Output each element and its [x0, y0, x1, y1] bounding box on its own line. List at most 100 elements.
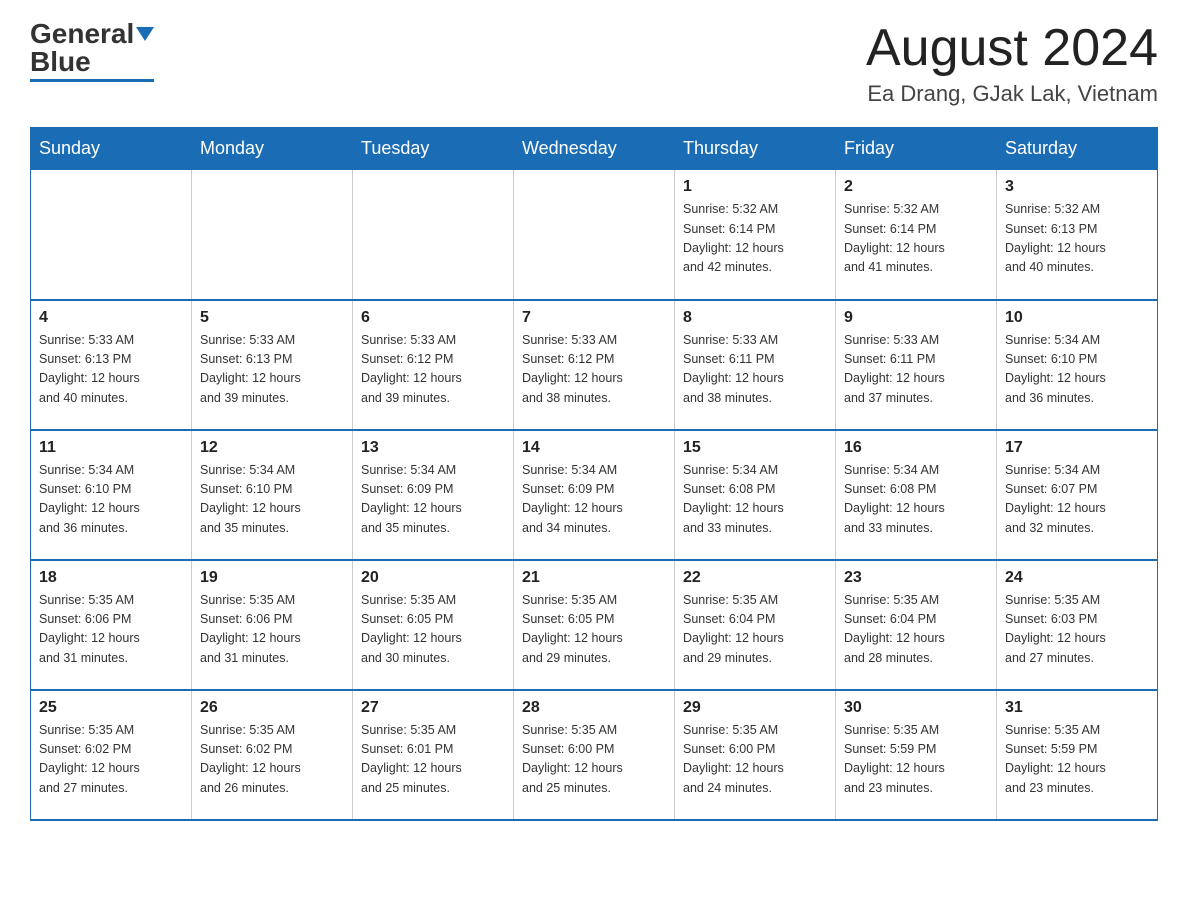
calendar-cell: 6 Sunrise: 5:33 AM Sunset: 6:12 PM Daylig… [353, 300, 514, 430]
day-info: Sunrise: 5:33 AM Sunset: 6:11 PM Dayligh… [844, 331, 988, 409]
day-info: Sunrise: 5:35 AM Sunset: 6:05 PM Dayligh… [361, 591, 505, 669]
day-number: 23 [844, 569, 988, 587]
day-number: 18 [39, 569, 183, 587]
calendar-cell: 17 Sunrise: 5:34 AM Sunset: 6:07 PM Dayli… [997, 430, 1158, 560]
calendar-cell: 3Sunrise: 5:32 AM Sunset: 6:13 PM Daylig… [997, 170, 1158, 300]
logo: General Blue [30, 20, 154, 82]
day-number: 1 [683, 178, 827, 196]
day-number: 3 [1005, 178, 1149, 196]
day-info: Sunrise: 5:33 AM Sunset: 6:13 PM Dayligh… [39, 331, 183, 409]
day-number: 7 [522, 309, 666, 327]
location: Ea Drang, GJak Lak, Vietnam [866, 81, 1158, 107]
day-info: Sunrise: 5:34 AM Sunset: 6:10 PM Dayligh… [1005, 331, 1149, 409]
day-number: 12 [200, 439, 344, 457]
calendar-cell: 26 Sunrise: 5:35 AM Sunset: 6:02 PM Dayli… [192, 690, 353, 820]
day-info: Sunrise: 5:35 AM Sunset: 6:02 PM Dayligh… [39, 721, 183, 799]
calendar-cell: 7Sunrise: 5:33 AM Sunset: 6:12 PM Daylig… [514, 300, 675, 430]
calendar-cell: 9 Sunrise: 5:33 AM Sunset: 6:11 PM Daylig… [836, 300, 997, 430]
calendar-cell: 11Sunrise: 5:34 AM Sunset: 6:10 PM Dayli… [31, 430, 192, 560]
calendar-cell: 27 Sunrise: 5:35 AM Sunset: 6:01 PM Dayli… [353, 690, 514, 820]
day-info: Sunrise: 5:33 AM Sunset: 6:11 PM Dayligh… [683, 331, 827, 409]
calendar-cell: 16Sunrise: 5:34 AM Sunset: 6:08 PM Dayli… [836, 430, 997, 560]
calendar-week-row: 4 Sunrise: 5:33 AM Sunset: 6:13 PM Daylig… [31, 300, 1158, 430]
day-info: Sunrise: 5:34 AM Sunset: 6:10 PM Dayligh… [200, 461, 344, 539]
calendar-cell: 24Sunrise: 5:35 AM Sunset: 6:03 PM Dayli… [997, 560, 1158, 690]
page-header: General Blue August 2024 Ea Drang, GJak … [30, 20, 1158, 107]
calendar-cell: 19Sunrise: 5:35 AM Sunset: 6:06 PM Dayli… [192, 560, 353, 690]
day-info: Sunrise: 5:34 AM Sunset: 6:07 PM Dayligh… [1005, 461, 1149, 539]
calendar-cell [31, 170, 192, 300]
day-number: 14 [522, 439, 666, 457]
day-number: 28 [522, 699, 666, 717]
day-info: Sunrise: 5:35 AM Sunset: 6:02 PM Dayligh… [200, 721, 344, 799]
day-info: Sunrise: 5:34 AM Sunset: 6:10 PM Dayligh… [39, 461, 183, 539]
calendar-cell: 25 Sunrise: 5:35 AM Sunset: 6:02 PM Dayli… [31, 690, 192, 820]
day-number: 6 [361, 309, 505, 327]
calendar-cell: 14 Sunrise: 5:34 AM Sunset: 6:09 PM Dayli… [514, 430, 675, 560]
header-wednesday: Wednesday [514, 128, 675, 170]
day-number: 15 [683, 439, 827, 457]
day-info: Sunrise: 5:34 AM Sunset: 6:08 PM Dayligh… [844, 461, 988, 539]
calendar-week-row: 18 Sunrise: 5:35 AM Sunset: 6:06 PM Dayli… [31, 560, 1158, 690]
calendar-week-row: 1 Sunrise: 5:32 AM Sunset: 6:14 PM Daylig… [31, 170, 1158, 300]
day-number: 8 [683, 309, 827, 327]
calendar-cell: 30Sunrise: 5:35 AM Sunset: 5:59 PM Dayli… [836, 690, 997, 820]
calendar-cell: 31Sunrise: 5:35 AM Sunset: 5:59 PM Dayli… [997, 690, 1158, 820]
calendar-cell [192, 170, 353, 300]
day-number: 21 [522, 569, 666, 587]
day-number: 5 [200, 309, 344, 327]
header-monday: Monday [192, 128, 353, 170]
title-section: August 2024 Ea Drang, GJak Lak, Vietnam [866, 20, 1158, 107]
day-number: 22 [683, 569, 827, 587]
calendar-cell: 8 Sunrise: 5:33 AM Sunset: 6:11 PM Daylig… [675, 300, 836, 430]
calendar-cell: 29 Sunrise: 5:35 AM Sunset: 6:00 PM Dayli… [675, 690, 836, 820]
day-number: 29 [683, 699, 827, 717]
calendar-cell: 5 Sunrise: 5:33 AM Sunset: 6:13 PM Daylig… [192, 300, 353, 430]
calendar-cell: 10 Sunrise: 5:34 AM Sunset: 6:10 PM Dayli… [997, 300, 1158, 430]
header-friday: Friday [836, 128, 997, 170]
calendar-cell [353, 170, 514, 300]
day-info: Sunrise: 5:34 AM Sunset: 6:08 PM Dayligh… [683, 461, 827, 539]
day-info: Sunrise: 5:34 AM Sunset: 6:09 PM Dayligh… [522, 461, 666, 539]
day-info: Sunrise: 5:35 AM Sunset: 5:59 PM Dayligh… [1005, 721, 1149, 799]
day-number: 13 [361, 439, 505, 457]
day-number: 26 [200, 699, 344, 717]
day-info: Sunrise: 5:33 AM Sunset: 6:12 PM Dayligh… [361, 331, 505, 409]
calendar-cell: 20Sunrise: 5:35 AM Sunset: 6:05 PM Dayli… [353, 560, 514, 690]
day-info: Sunrise: 5:35 AM Sunset: 6:06 PM Dayligh… [39, 591, 183, 669]
day-info: Sunrise: 5:35 AM Sunset: 6:03 PM Dayligh… [1005, 591, 1149, 669]
calendar-cell: 21Sunrise: 5:35 AM Sunset: 6:05 PM Dayli… [514, 560, 675, 690]
day-info: Sunrise: 5:33 AM Sunset: 6:13 PM Dayligh… [200, 331, 344, 409]
day-number: 9 [844, 309, 988, 327]
calendar-week-row: 11Sunrise: 5:34 AM Sunset: 6:10 PM Dayli… [31, 430, 1158, 560]
header-thursday: Thursday [675, 128, 836, 170]
day-info: Sunrise: 5:35 AM Sunset: 6:00 PM Dayligh… [683, 721, 827, 799]
day-number: 4 [39, 309, 183, 327]
calendar-cell: 12 Sunrise: 5:34 AM Sunset: 6:10 PM Dayli… [192, 430, 353, 560]
day-info: Sunrise: 5:35 AM Sunset: 6:04 PM Dayligh… [844, 591, 988, 669]
calendar-cell: 18 Sunrise: 5:35 AM Sunset: 6:06 PM Dayli… [31, 560, 192, 690]
header-tuesday: Tuesday [353, 128, 514, 170]
day-number: 2 [844, 178, 988, 196]
day-number: 27 [361, 699, 505, 717]
calendar-cell [514, 170, 675, 300]
day-info: Sunrise: 5:34 AM Sunset: 6:09 PM Dayligh… [361, 461, 505, 539]
day-info: Sunrise: 5:35 AM Sunset: 6:01 PM Dayligh… [361, 721, 505, 799]
calendar-cell: 22 Sunrise: 5:35 AM Sunset: 6:04 PM Dayli… [675, 560, 836, 690]
header-sunday: Sunday [31, 128, 192, 170]
day-number: 25 [39, 699, 183, 717]
day-number: 10 [1005, 309, 1149, 327]
logo-general: General [30, 20, 134, 48]
calendar-cell: 23 Sunrise: 5:35 AM Sunset: 6:04 PM Dayli… [836, 560, 997, 690]
day-info: Sunrise: 5:32 AM Sunset: 6:14 PM Dayligh… [683, 200, 827, 278]
day-number: 19 [200, 569, 344, 587]
day-info: Sunrise: 5:32 AM Sunset: 6:14 PM Dayligh… [844, 200, 988, 278]
calendar-cell: 15 Sunrise: 5:34 AM Sunset: 6:08 PM Dayli… [675, 430, 836, 560]
calendar-cell: 4 Sunrise: 5:33 AM Sunset: 6:13 PM Daylig… [31, 300, 192, 430]
day-number: 17 [1005, 439, 1149, 457]
month-title: August 2024 [866, 20, 1158, 77]
day-info: Sunrise: 5:35 AM Sunset: 6:04 PM Dayligh… [683, 591, 827, 669]
calendar-cell: 2 Sunrise: 5:32 AM Sunset: 6:14 PM Daylig… [836, 170, 997, 300]
logo-blue: Blue [30, 48, 91, 76]
calendar-week-row: 25 Sunrise: 5:35 AM Sunset: 6:02 PM Dayli… [31, 690, 1158, 820]
